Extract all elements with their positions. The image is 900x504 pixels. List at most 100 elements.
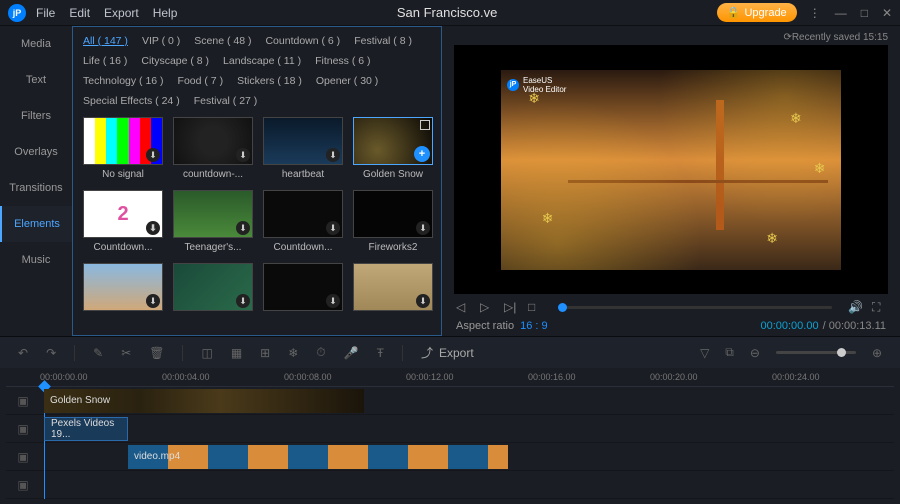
download-icon[interactable]: ⬇: [146, 294, 160, 308]
mosaic-icon[interactable]: ▦: [231, 346, 242, 360]
crop-icon[interactable]: ◫: [201, 346, 212, 360]
voice-icon[interactable]: 🎤: [344, 346, 359, 360]
clip-golden-snow[interactable]: Golden Snow: [44, 389, 364, 413]
progress-bar[interactable]: [558, 306, 832, 309]
tab-elements[interactable]: Elements: [0, 206, 72, 242]
cat-scene[interactable]: Scene ( 48 ): [194, 35, 251, 47]
cat-festival[interactable]: Festival ( 8 ): [354, 35, 412, 47]
cat-specialfx[interactable]: Special Effects ( 24 ): [83, 95, 180, 107]
delete-icon[interactable]: 🗑: [149, 346, 164, 360]
asset-item[interactable]: ⬇: [353, 263, 433, 315]
download-icon[interactable]: ⬇: [416, 221, 430, 235]
track-head-icon: ▣: [6, 478, 40, 492]
download-icon[interactable]: ⬇: [236, 294, 250, 308]
play-button[interactable]: ▷: [480, 300, 494, 314]
menu-edit[interactable]: Edit: [69, 6, 90, 20]
asset-item[interactable]: 2⬇ Countdown...: [83, 190, 163, 253]
cat-countdown[interactable]: Countdown ( 6 ): [265, 35, 340, 47]
add-icon[interactable]: +: [414, 146, 430, 162]
asset-item[interactable]: ⬇ Teenager's...: [173, 190, 253, 253]
marker-icon[interactable]: ▽: [700, 346, 709, 360]
download-icon[interactable]: ⬇: [236, 221, 250, 235]
cat-opener[interactable]: Opener ( 30 ): [316, 75, 378, 87]
cat-stickers[interactable]: Stickers ( 18 ): [237, 75, 302, 87]
zoom-tool-icon[interactable]: ⊞: [260, 346, 270, 360]
titlebar: jP File Edit Export Help San Francisco.v…: [0, 0, 900, 26]
fit-icon[interactable]: ⧉: [725, 345, 734, 360]
settings-icon[interactable]: ⋮: [809, 6, 821, 20]
download-icon[interactable]: ⬇: [326, 148, 340, 162]
download-icon[interactable]: ⬇: [236, 148, 250, 162]
menu-help[interactable]: Help: [153, 6, 178, 20]
asset-label: heartbeat: [263, 169, 343, 180]
preview-pane: ⟳Recently saved 15:15 jP EaseUSVideo Edi…: [442, 26, 900, 336]
cat-life[interactable]: Life ( 16 ): [83, 55, 127, 67]
cat-all[interactable]: All ( 147 ): [83, 35, 128, 47]
cat-food[interactable]: Food ( 7 ): [178, 75, 224, 87]
cat-vip[interactable]: VIP ( 0 ): [142, 35, 180, 47]
upgrade-label: Upgrade: [744, 7, 786, 19]
asset-label: No signal: [83, 169, 163, 180]
tab-transitions[interactable]: Transitions: [0, 170, 72, 206]
cat-fitness[interactable]: Fitness ( 6 ): [315, 55, 370, 67]
asset-item[interactable]: ⬇: [173, 263, 253, 315]
clip-video[interactable]: video.mp4: [128, 445, 508, 469]
close-icon[interactable]: ✕: [882, 6, 892, 20]
tab-filters[interactable]: Filters: [0, 98, 72, 134]
asset-item[interactable]: ⬇ Fireworks2: [353, 190, 433, 253]
download-icon[interactable]: ⬇: [146, 221, 160, 235]
split-icon[interactable]: ✂: [121, 346, 131, 360]
cat-festival2[interactable]: Festival ( 27 ): [194, 95, 258, 107]
text-to-speech-icon[interactable]: Ŧ: [377, 346, 384, 360]
asset-item[interactable]: ⬇ Countdown...: [263, 190, 343, 253]
volume-icon[interactable]: 🔊: [848, 300, 862, 314]
asset-label: Countdown...: [263, 242, 343, 253]
redo-icon[interactable]: ↷: [46, 346, 56, 360]
asset-item[interactable]: ⬇ No signal: [83, 117, 163, 180]
zoom-in-icon[interactable]: ⊕: [872, 346, 882, 360]
zoom-slider[interactable]: [776, 351, 856, 354]
time-ruler[interactable]: 00:00:00.0000:00:04.0000:00:08.0000:00:1…: [6, 368, 894, 386]
maximize-icon[interactable]: □: [861, 6, 868, 20]
download-icon[interactable]: ⬇: [146, 148, 160, 162]
asset-item[interactable]: ⬇ countdown-...: [173, 117, 253, 180]
track-pip[interactable]: ▣ Pexels Videos 19...: [6, 415, 894, 443]
track-empty[interactable]: ▣: [6, 471, 894, 499]
next-frame-button[interactable]: ▷|: [504, 300, 518, 314]
download-icon[interactable]: ⬇: [326, 294, 340, 308]
asset-item[interactable]: ⬇ heartbeat: [263, 117, 343, 180]
upgrade-button[interactable]: 🔒 Upgrade: [717, 3, 797, 22]
menu-file[interactable]: File: [36, 6, 55, 20]
clip-pexels[interactable]: Pexels Videos 19...: [44, 417, 128, 441]
track-overlay[interactable]: ▣ Golden Snow: [6, 387, 894, 415]
tab-overlays[interactable]: Overlays: [0, 134, 72, 170]
timeline: 00:00:00.0000:00:04.0000:00:08.0000:00:1…: [0, 368, 900, 499]
download-icon[interactable]: ⬇: [326, 221, 340, 235]
cat-landscape[interactable]: Landscape ( 11 ): [223, 55, 301, 67]
asset-label: Countdown...: [83, 242, 163, 253]
minimize-icon[interactable]: —: [835, 6, 847, 20]
menu-export[interactable]: Export: [104, 6, 139, 20]
preview-viewport[interactable]: jP EaseUSVideo Editor ❄ ❄ ❄ ❄ ❄: [454, 45, 888, 294]
asset-item-selected[interactable]: + Golden Snow: [353, 117, 433, 180]
zoom-out-icon[interactable]: ⊖: [750, 346, 760, 360]
undo-icon[interactable]: ↶: [18, 346, 28, 360]
export-button[interactable]: ⤴ Export: [421, 344, 474, 361]
freeze-icon[interactable]: ❄: [288, 346, 298, 360]
speed-icon[interactable]: ⏱: [316, 345, 325, 360]
tab-music[interactable]: Music: [0, 242, 72, 278]
tab-text[interactable]: Text: [0, 62, 72, 98]
aspect-value[interactable]: 16 : 9: [520, 320, 548, 332]
fullscreen-icon[interactable]: ⛶: [872, 300, 886, 314]
stop-button[interactable]: □: [528, 300, 542, 314]
prev-frame-button[interactable]: ◁: [456, 300, 470, 314]
asset-item[interactable]: ⬇: [83, 263, 163, 315]
cat-technology[interactable]: Technology ( 16 ): [83, 75, 164, 87]
track-video[interactable]: ▣ video.mp4: [6, 443, 894, 471]
download-icon[interactable]: ⬇: [416, 294, 430, 308]
edit-icon[interactable]: ✎: [93, 346, 103, 360]
asset-item[interactable]: ⬇: [263, 263, 343, 315]
cat-cityscape[interactable]: Cityscape ( 8 ): [141, 55, 209, 67]
tab-media[interactable]: Media: [0, 26, 72, 62]
export-icon: ⤴: [421, 344, 433, 361]
